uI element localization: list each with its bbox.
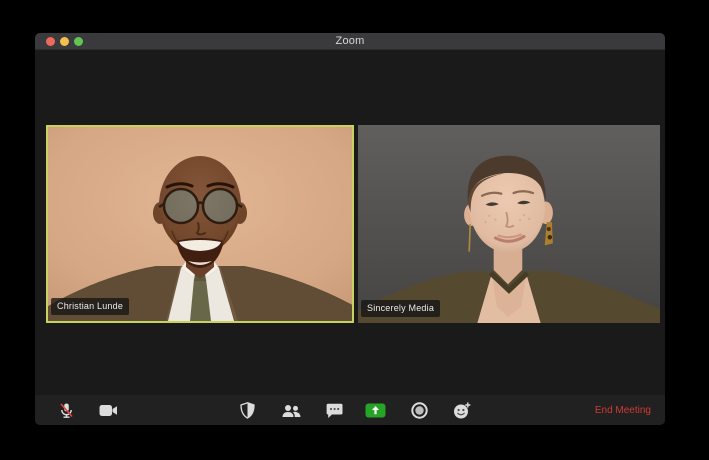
chat-bubble-icon <box>326 403 342 418</box>
security-shield-icon <box>239 402 255 419</box>
video-tile-sincerely-media[interactable]: Sincerely Media <box>358 125 660 323</box>
meeting-toolbar: End Meeting <box>35 394 665 425</box>
participant-video-christian-lunde <box>48 127 352 321</box>
traffic-lights <box>46 36 83 46</box>
record-button[interactable] <box>406 398 432 423</box>
window-title: Zoom <box>335 35 365 47</box>
zoom-window-button[interactable] <box>74 36 83 46</box>
reactions-button[interactable] <box>449 398 475 423</box>
video-camera-icon <box>99 405 117 416</box>
close-window-button[interactable] <box>46 36 55 46</box>
participants-button[interactable] <box>278 398 304 423</box>
video-stage: Christian Lunde Sincerely Media <box>35 51 665 394</box>
video-tiles: Christian Lunde Sincerely Media <box>46 125 660 323</box>
chat-button[interactable] <box>321 398 347 423</box>
start-video-button[interactable] <box>95 398 121 423</box>
share-screen-icon <box>365 403 385 418</box>
participant-name-badge: Sincerely Media <box>361 300 441 317</box>
end-meeting-button[interactable]: End Meeting <box>595 395 651 425</box>
mute-button[interactable] <box>53 398 79 423</box>
participant-video-sincerely-media <box>358 125 660 323</box>
share-screen-button[interactable] <box>362 398 388 423</box>
reactions-icon <box>454 402 471 419</box>
desktop-background: Zoom Christian Lunde Sincerely Media End… <box>0 0 709 460</box>
zoom-app-window: Zoom Christian Lunde Sincerely Media End… <box>35 33 665 425</box>
minimize-window-button[interactable] <box>60 36 69 46</box>
participants-icon <box>282 404 300 417</box>
record-icon <box>410 402 428 419</box>
window-titlebar[interactable]: Zoom <box>35 33 665 50</box>
security-button[interactable] <box>234 398 260 423</box>
microphone-muted-icon <box>59 403 73 418</box>
participant-name-badge: Christian Lunde <box>51 298 130 315</box>
video-tile-christian-lunde[interactable]: Christian Lunde <box>46 125 354 323</box>
